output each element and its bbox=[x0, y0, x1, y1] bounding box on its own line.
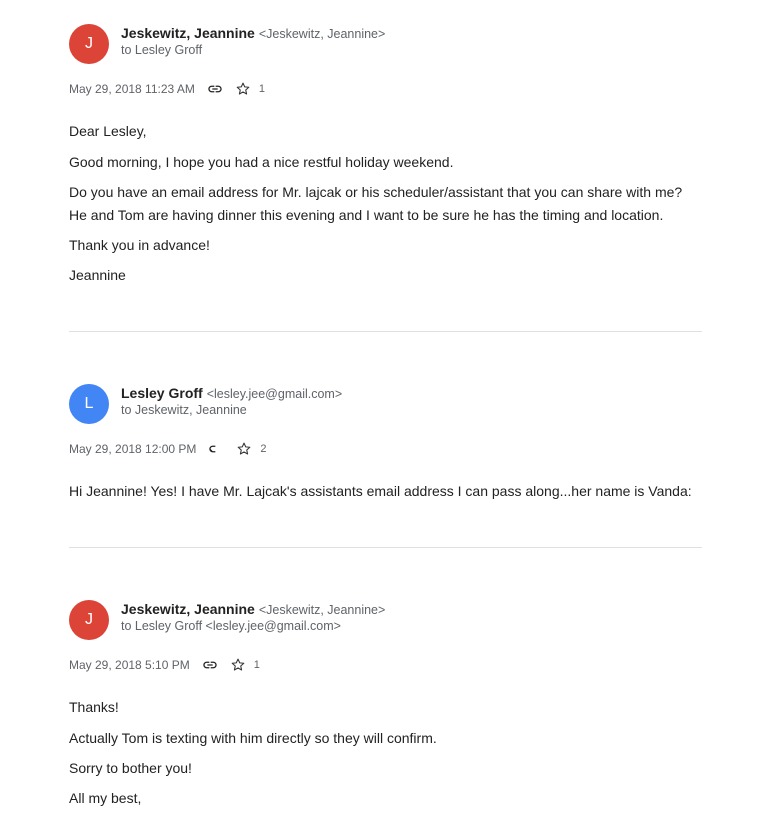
recipient-line: to Jeskewitz, Jeannine bbox=[121, 403, 247, 417]
star-icon[interactable] bbox=[230, 657, 246, 673]
message-divider bbox=[69, 547, 702, 548]
message-body: Dear Lesley, Good morning, I hope you ha… bbox=[69, 120, 682, 294]
star-count: 1 bbox=[258, 83, 265, 95]
sender-line: Jeskewitz, Jeannine <Jeskewitz, Jeannine> bbox=[121, 25, 385, 41]
body-line: Thank you in advance! bbox=[69, 237, 210, 253]
message-date: May 29, 2018 11:23 AM bbox=[69, 82, 195, 96]
body-line: Good morning, I hope you had a nice rest… bbox=[69, 154, 454, 170]
sender-address: <Jeskewitz, Jeannine> bbox=[258, 27, 386, 41]
sender-line: Jeskewitz, Jeannine <Jeskewitz, Jeannine> bbox=[121, 601, 385, 617]
recipient-line: to Lesley Groff <lesley.jee@gmail.com> bbox=[121, 619, 341, 633]
star-icon[interactable] bbox=[235, 81, 251, 97]
sender-address: <lesley.jee@gmail.com> bbox=[206, 387, 343, 401]
avatar: J bbox=[69, 24, 109, 64]
avatar: L bbox=[69, 384, 109, 424]
sender-line: Lesley Groff <lesley.jee@gmail.com> bbox=[121, 385, 342, 401]
body-line: Hi Jeannine! Yes! I have Mr. Lajcak's as… bbox=[69, 483, 692, 499]
recipient-line: to Lesley Groff bbox=[121, 43, 203, 57]
link-icon[interactable] bbox=[202, 657, 218, 673]
message-meta: May 29, 2018 12:00 PM 2 bbox=[69, 441, 267, 457]
message-body: Thanks! Actually Tom is texting with him… bbox=[69, 696, 437, 817]
link-icon[interactable] bbox=[208, 441, 224, 457]
message-meta: May 29, 2018 11:23 AM 1 bbox=[69, 81, 265, 97]
link-icon[interactable] bbox=[207, 81, 223, 97]
body-line: Dear Lesley, bbox=[69, 123, 147, 139]
body-line: Actually Tom is texting with him directl… bbox=[69, 730, 437, 746]
message-date: May 29, 2018 12:00 PM bbox=[69, 442, 197, 456]
body-line: Jeannine bbox=[69, 267, 126, 283]
body-line: All my best, bbox=[69, 790, 142, 806]
message-date: May 29, 2018 5:10 PM bbox=[69, 658, 190, 672]
star-icon[interactable] bbox=[236, 441, 252, 457]
sender-name[interactable]: Lesley Groff bbox=[121, 385, 203, 401]
body-line: Thanks! bbox=[69, 699, 119, 715]
sender-name[interactable]: Jeskewitz, Jeannine bbox=[121, 25, 255, 41]
star-count: 1 bbox=[253, 659, 260, 671]
message-body: Hi Jeannine! Yes! I have Mr. Lajcak's as… bbox=[69, 480, 692, 510]
sender-address: <Jeskewitz, Jeannine> bbox=[258, 603, 386, 617]
message-divider bbox=[69, 331, 702, 332]
message-meta: May 29, 2018 5:10 PM 1 bbox=[69, 657, 260, 673]
body-line: Do you have an email address for Mr. laj… bbox=[69, 184, 683, 200]
avatar: J bbox=[69, 600, 109, 640]
sender-name[interactable]: Jeskewitz, Jeannine bbox=[121, 601, 255, 617]
star-count: 2 bbox=[260, 443, 267, 455]
body-line: He and Tom are having dinner this evenin… bbox=[69, 207, 664, 223]
body-line: Sorry to bother you! bbox=[69, 760, 192, 776]
